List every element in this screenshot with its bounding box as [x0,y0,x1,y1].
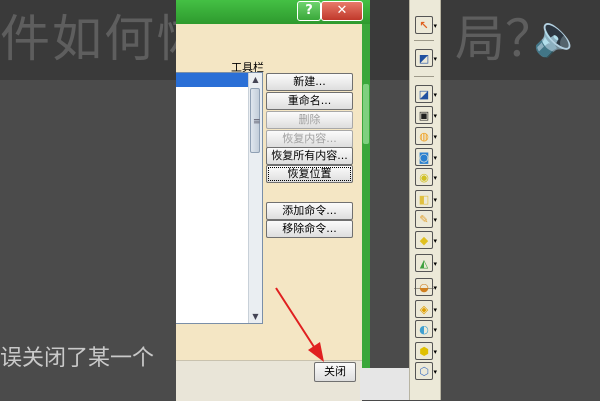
scroll-down-arrow-icon[interactable]: ▼ [249,310,262,323]
vertical-toolbar: ↖ ▾ ◩ ▾ ◪ ▾ ▣ ▾ ◍ ▾ ◙ ▾ ◉ ▾ ◧ ▾ ✎ ▾ ◆ ▾ ◭ ▾ ◒ ▾ ◈ ▾ ◐ ▾ ⬢ ▾ ⬡ ▾ [409,0,441,400]
dialog-client-area: 工具栏 ▲ ≡ ▼ 新建... 重命名... 删除 恢复内容... 恢复所有内容… [176,24,362,401]
delete-toolbar-button[interactable]: 删除 [266,111,353,129]
restore-position-button[interactable]: 恢复位置 [266,165,353,183]
flyout-chevron-icon[interactable]: ▾ [433,169,437,187]
flyout-chevron-icon[interactable]: ▾ [433,321,437,339]
dialog-titlebar[interactable]: ? ✕ [176,0,370,24]
selected-list-item[interactable] [176,73,248,87]
window-close-button[interactable]: ✕ [321,1,363,21]
flyout-chevron-icon[interactable]: ▾ [433,343,437,361]
toolbar-separator [414,40,434,41]
flyout-chevron-icon[interactable]: ▾ [433,301,437,319]
close-button[interactable]: 关闭 [314,362,356,382]
add-command-button[interactable]: 添加命令... [266,202,353,220]
flyout-chevron-icon[interactable]: ▾ [433,255,437,273]
dialog-right-scroll-thumb[interactable] [363,84,369,144]
light-corner-patch [360,368,410,400]
shell-icon[interactable]: ◐ ▾ [415,320,437,338]
scroll-thumb[interactable]: ≡ [250,88,261,153]
flyout-chevron-icon[interactable]: ▾ [433,86,437,104]
flyout-chevron-icon[interactable]: ▾ [433,191,437,209]
restore-contents-button[interactable]: 恢复内容... [266,130,353,148]
thickness-icon[interactable]: ⬢ ▾ [415,342,437,360]
flyout-chevron-icon[interactable]: ▾ [433,363,437,381]
scroll-up-arrow-icon[interactable]: ▲ [249,73,262,86]
sketch-plane-icon[interactable]: ◩ ▾ [415,49,437,67]
dialog-right-scrollbar[interactable] [362,24,370,400]
pad-icon[interactable]: ◙ ▾ [415,148,437,166]
speaker-icon: 🔈 [533,13,583,59]
flyout-chevron-icon[interactable]: ▾ [433,107,437,125]
flyout-chevron-icon[interactable]: ▾ [433,17,437,35]
flyout-chevron-icon[interactable]: ▾ [433,128,437,146]
flyout-chevron-icon[interactable]: ▾ [433,279,437,297]
fillet-icon[interactable]: ◒ ▾ [415,278,437,296]
transform-icon[interactable]: ⬡ ▾ [415,362,437,380]
chamfer-icon[interactable]: ◭ ▾ [415,254,437,272]
new-toolbar-button[interactable]: 新建... [266,73,353,91]
customize-dialog: ? ✕ 工具栏 ▲ ≡ ▼ 新建... 重命名... 删除 恢复内容... 恢复… [176,0,370,401]
flyout-chevron-icon[interactable]: ▾ [433,149,437,167]
sketch-icon[interactable]: ◪ ▾ [415,85,437,103]
flyout-chevron-icon[interactable]: ▾ [433,50,437,68]
edit-icon[interactable]: ✎ ▾ [415,210,437,228]
background-subtitle: 误关闭了某一个 [0,346,155,371]
hole-icon[interactable]: ◆ ▾ [415,231,437,249]
rib-icon[interactable]: ◧ ▾ [415,190,437,208]
remove-command-button[interactable]: 移除命令... [266,220,353,238]
pocket-icon[interactable]: ◍ ▾ [415,127,437,145]
shaft-icon[interactable]: ◉ ▾ [415,168,437,186]
scroll-grip-icon: ≡ [253,117,261,127]
part-icon[interactable]: ▣ ▾ [415,106,437,124]
flyout-chevron-icon[interactable]: ▾ [433,232,437,250]
draft-icon[interactable]: ◈ ▾ [415,300,437,318]
cursor-arrow-icon[interactable]: ↖ ▾ [415,16,437,34]
restore-all-contents-button[interactable]: 恢复所有内容... [266,147,353,165]
help-button[interactable]: ? [297,1,321,21]
rename-toolbar-button[interactable]: 重命名... [266,92,353,110]
list-vertical-scrollbar[interactable]: ▲ ≡ ▼ [248,73,262,323]
toolbar-listbox[interactable]: ▲ ≡ ▼ [176,72,263,324]
flyout-chevron-icon[interactable]: ▾ [433,211,437,229]
toolbar-separator [414,76,434,77]
